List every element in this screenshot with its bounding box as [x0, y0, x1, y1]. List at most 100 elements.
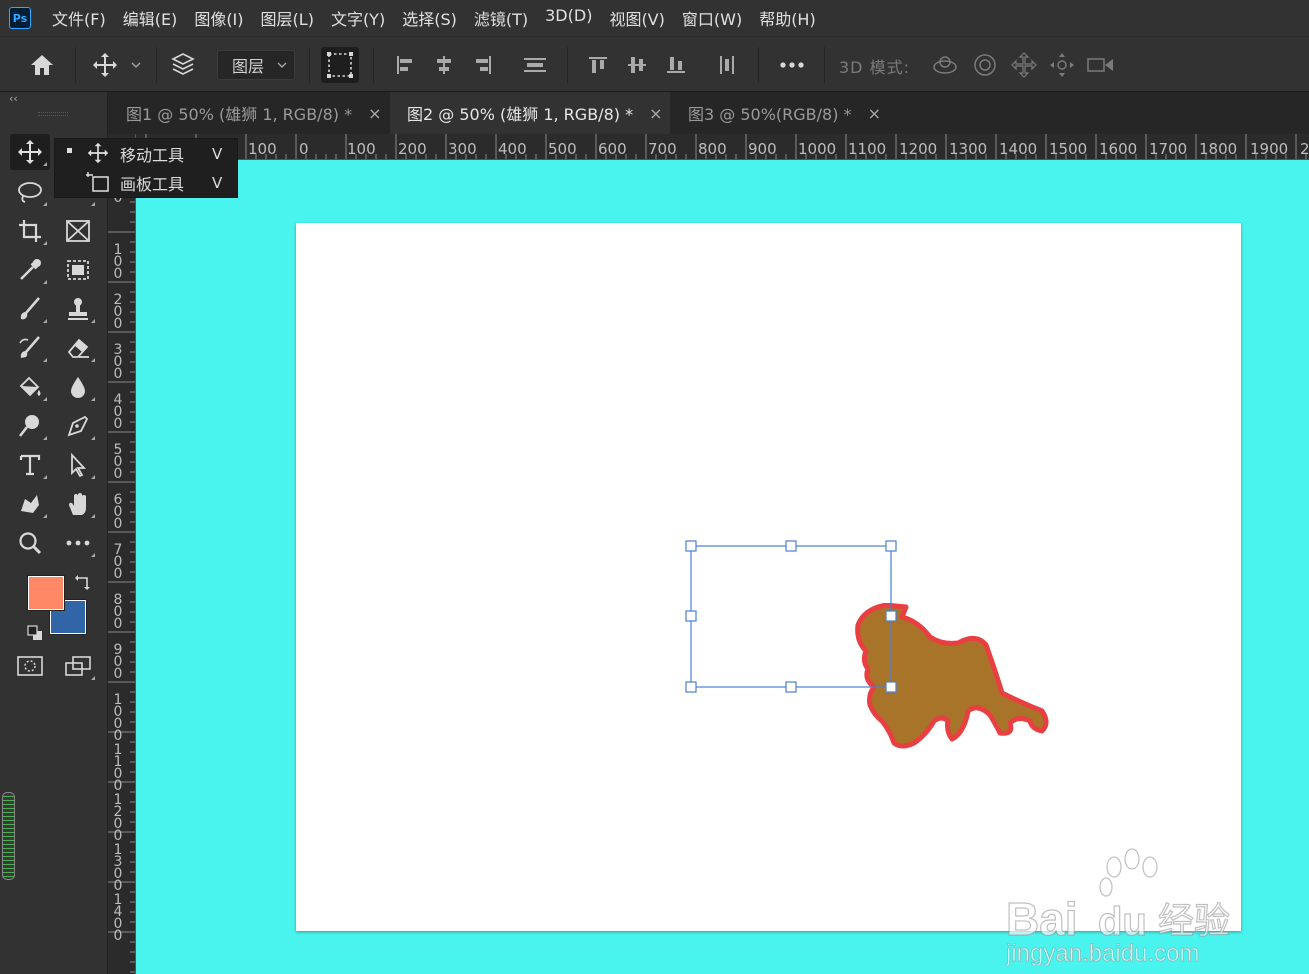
ruler-label: 1800 — [1199, 140, 1238, 158]
watermark-url: jingyan.baidu.com — [1005, 940, 1199, 965]
vertical-ruler[interactable]: 001 0 02 0 03 0 04 0 05 0 06 0 07 0 08 0… — [108, 134, 136, 974]
menu-layer[interactable]: 图层(L) — [261, 6, 314, 30]
foreground-color-swatch[interactable] — [27, 575, 65, 611]
align-middle-vertical-icon[interactable] — [624, 37, 650, 93]
auto-select-value: 图层 — [232, 57, 265, 76]
menu-image[interactable]: 图像(I) — [194, 6, 243, 30]
more-options-icon[interactable] — [775, 37, 809, 93]
canvas-pasteboard[interactable]: Bai du 经验 jingyan.baidu.com — [136, 160, 1309, 974]
close-icon[interactable]: × — [368, 104, 381, 123]
ruler-label: 9 0 0 — [113, 642, 123, 682]
panel-grip[interactable] — [38, 112, 68, 116]
align-top-icon[interactable] — [585, 37, 611, 93]
eyedropper-tool-button[interactable] — [10, 252, 50, 288]
history-brush-tool-button[interactable] — [10, 330, 50, 366]
tab-label: 图1 @ 50% (雄狮 1, RGB/8) * — [126, 105, 353, 124]
tab-document-1[interactable]: 图1 @ 50% (雄狮 1, RGB/8) * × — [108, 92, 388, 134]
screen-mode-button[interactable] — [58, 648, 98, 684]
menu-type[interactable]: 文字(Y) — [331, 6, 385, 30]
menu-view[interactable]: 视图(V) — [609, 6, 664, 30]
swap-colors-icon[interactable] — [74, 574, 92, 592]
crop-icon — [19, 220, 41, 242]
ruler-label: 1 4 0 0 — [113, 892, 123, 944]
tab-document-2[interactable]: 图2 @ 50% (雄狮 1, RGB/8) * × — [390, 92, 670, 134]
pen-tool-button[interactable] — [58, 408, 98, 444]
roll-3d-icon[interactable] — [970, 37, 1000, 93]
scale-3d-camera-icon[interactable] — [1085, 37, 1117, 93]
eraser-icon — [67, 338, 89, 358]
slide-3d-icon[interactable] — [1047, 37, 1077, 93]
menu-help[interactable]: 帮助(H) — [759, 6, 816, 30]
object-selection-tool-button[interactable] — [58, 252, 98, 288]
panel-scrollbar[interactable] — [2, 792, 15, 880]
move-icon — [18, 140, 42, 164]
blur-icon — [71, 377, 85, 398]
zoom-tool-button[interactable] — [10, 525, 50, 561]
menu-file[interactable]: 文件(F) — [52, 6, 106, 30]
artboard-icon — [85, 171, 111, 197]
path-selection-tool-button[interactable] — [58, 447, 98, 483]
brush-tool-button[interactable] — [10, 291, 50, 327]
tab-label: 图2 @ 50% (雄狮 1, RGB/8) * — [407, 105, 634, 124]
hand-tool-button[interactable] — [58, 486, 98, 522]
edit-toolbar-button[interactable] — [58, 525, 98, 561]
tab-document-3[interactable]: 图3 @ 50%(RGB/8) * × — [672, 92, 890, 134]
horizontal-ruler[interactable]: 100 0 100 200 300 400 500 600 700 800 90… — [136, 134, 1309, 160]
custom-shape-tool-button[interactable] — [10, 486, 50, 522]
menu-window[interactable]: 窗口(W) — [682, 6, 742, 30]
menu-select[interactable]: 选择(S) — [402, 6, 457, 30]
flyout-item-artboard-tool[interactable]: 画板工具 V — [55, 168, 239, 197]
hand-icon — [69, 493, 86, 515]
lasso-tool-button[interactable] — [10, 174, 50, 210]
watermark-brand-2: du — [1098, 900, 1147, 944]
align-center-horizontal-icon[interactable] — [431, 37, 457, 93]
paint-bucket-tool-button[interactable] — [10, 369, 50, 405]
align-left-icon[interactable] — [392, 37, 418, 93]
crop-tool-button[interactable] — [10, 213, 50, 249]
transform-handle — [685, 540, 697, 552]
menu-edit[interactable]: 编辑(E) — [123, 6, 178, 30]
ruler-label: 200 — [398, 140, 427, 158]
pen-icon — [67, 415, 89, 437]
chevron-down-icon[interactable] — [128, 37, 144, 93]
frame-tool-button[interactable] — [58, 213, 98, 249]
flyout-item-shortcut: V — [212, 173, 223, 192]
eraser-tool-button[interactable] — [58, 330, 98, 366]
flyout-item-move-tool[interactable]: 移动工具 V — [55, 139, 239, 168]
orbit-3d-icon[interactable] — [930, 37, 960, 93]
home-icon[interactable] — [22, 37, 62, 93]
distribute-horizontal-icon[interactable] — [714, 37, 740, 93]
photoshop-logo: Ps — [9, 7, 31, 29]
close-icon[interactable]: × — [868, 104, 881, 123]
transform-bounding-box[interactable] — [684, 540, 904, 696]
ruler-label: 1 2 0 0 — [113, 792, 123, 844]
distribute-vertical-icon[interactable] — [520, 37, 550, 93]
collapse-panel-button[interactable]: ‹‹ — [9, 92, 18, 105]
clone-stamp-tool-button[interactable] — [58, 291, 98, 327]
move-tool-flyout: 移动工具 V 画板工具 V — [54, 138, 238, 198]
ruler-label: 1 3 0 0 — [113, 842, 123, 894]
auto-select-dropdown[interactable]: 图层 — [217, 50, 295, 80]
dodge-tool-button[interactable] — [10, 408, 50, 444]
ruler-label: 400 — [498, 140, 527, 158]
baidu-watermark: Bai du 经验 jingyan.baidu.com — [1002, 825, 1252, 967]
ruler-label: 1 0 0 — [113, 242, 123, 282]
menu-3d[interactable]: 3D(D) — [545, 6, 592, 30]
flyout-item-label: 画板工具 — [120, 174, 185, 194]
flyout-item-shortcut: V — [212, 144, 223, 163]
move-tool-preset-icon[interactable] — [88, 37, 122, 93]
align-bottom-icon[interactable] — [663, 37, 689, 93]
type-tool-button[interactable] — [10, 447, 50, 483]
move-tool-button[interactable] — [10, 134, 50, 170]
default-colors-icon[interactable] — [27, 625, 43, 641]
menu-filter[interactable]: 滤镜(T) — [474, 6, 528, 30]
align-right-icon[interactable] — [470, 37, 496, 93]
dodge-icon — [19, 415, 39, 437]
pan-3d-icon[interactable] — [1009, 37, 1039, 93]
show-transform-controls-button[interactable] — [321, 47, 359, 83]
quick-mask-button[interactable] — [10, 648, 50, 684]
stamp-icon — [68, 298, 88, 320]
blur-tool-button[interactable] — [58, 369, 98, 405]
auto-select-layers-icon[interactable] — [168, 37, 198, 93]
close-icon[interactable]: × — [649, 104, 662, 123]
